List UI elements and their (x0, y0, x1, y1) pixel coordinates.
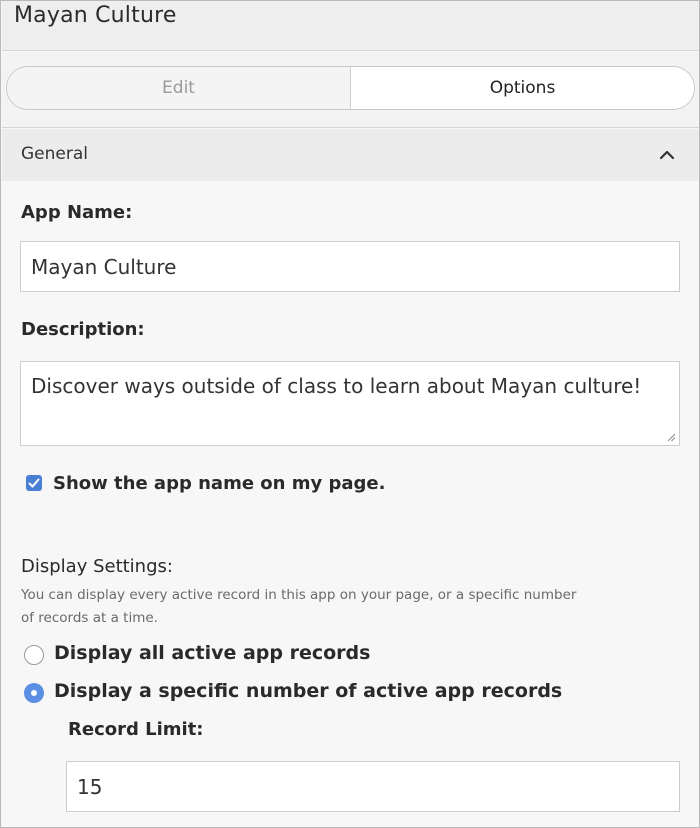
display-settings-help-line2: of records at a time. (21, 610, 158, 626)
description-label: Description: (21, 319, 145, 340)
radio-display-specific[interactable] (24, 683, 44, 703)
record-limit-label: Record Limit: (68, 719, 204, 740)
app-name-input[interactable]: Mayan Culture (20, 241, 680, 292)
app-settings-panel: Mayan Culture Edit Options General App N… (0, 0, 700, 828)
radio-display-specific-label[interactable]: Display a specific number of active app … (54, 680, 562, 702)
app-title: Mayan Culture (14, 3, 177, 28)
section-header-general[interactable]: General (2, 129, 699, 181)
tab-options[interactable]: Options (351, 67, 694, 109)
tabs-area: Edit Options (2, 52, 699, 128)
display-settings-help-line1: You can display every active record in t… (21, 587, 577, 603)
checkmark-icon (28, 478, 40, 488)
display-settings-label: Display Settings: (21, 556, 173, 577)
show-name-checkbox[interactable] (26, 475, 42, 491)
chevron-up-icon[interactable] (657, 145, 677, 165)
description-textarea[interactable]: Discover ways outside of class to learn … (20, 361, 680, 446)
record-limit-value: 15 (77, 774, 103, 799)
record-limit-input[interactable]: 15 (66, 761, 680, 812)
tab-edit[interactable]: Edit (7, 67, 351, 109)
app-name-value: Mayan Culture (31, 254, 177, 279)
radio-display-all-label[interactable]: Display all active app records (54, 642, 370, 664)
tab-switcher: Edit Options (6, 66, 695, 110)
general-settings-content: App Name: Mayan Culture Description: Dis… (2, 181, 699, 827)
description-value: Discover ways outside of class to learn … (31, 374, 642, 398)
title-bar: Mayan Culture (2, 1, 699, 51)
resize-handle-icon[interactable] (667, 433, 676, 442)
radio-display-all[interactable] (24, 645, 44, 665)
section-title: General (21, 144, 88, 164)
display-settings-help: You can display every active record in t… (21, 584, 691, 630)
show-name-label[interactable]: Show the app name on my page. (53, 473, 385, 494)
app-name-label: App Name: (21, 202, 133, 223)
